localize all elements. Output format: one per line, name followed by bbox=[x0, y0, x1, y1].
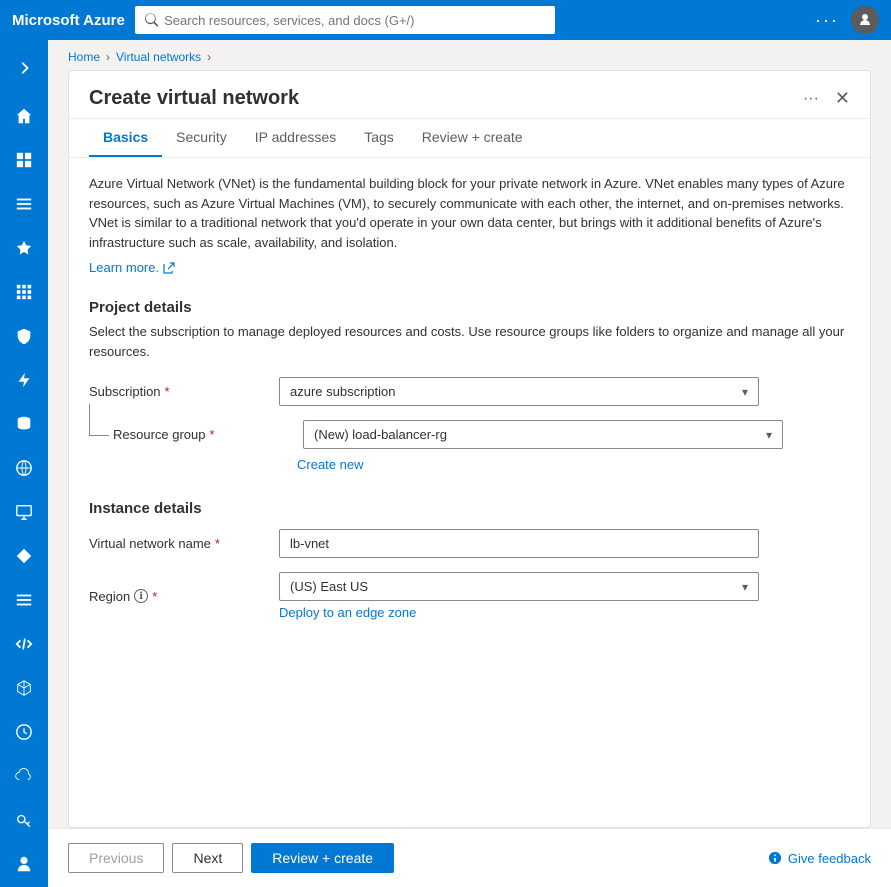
region-dropdown[interactable]: (US) East US ▾ bbox=[279, 572, 759, 601]
sidebar-clock-icon[interactable] bbox=[4, 712, 44, 752]
sidebar-network-icon[interactable] bbox=[4, 448, 44, 488]
feedback-icon bbox=[768, 851, 782, 865]
resource-group-control: (New) load-balancer-rg ▾ bbox=[303, 420, 783, 449]
main-area: Home › Virtual networks › Create virtual… bbox=[48, 40, 891, 887]
vnet-name-label: Virtual network name * bbox=[89, 536, 269, 551]
region-row: Region ℹ * (US) East US ▾ Deploy to an e… bbox=[89, 572, 850, 620]
panel-title: Create virtual network bbox=[89, 87, 803, 110]
previous-button[interactable]: Previous bbox=[68, 843, 164, 873]
tab-basics[interactable]: Basics bbox=[89, 119, 162, 157]
tabs: Basics Security IP addresses Tags Review… bbox=[69, 119, 870, 158]
panel-header: Create virtual network ··· ✕ bbox=[69, 71, 870, 119]
resource-group-label: Resource group * bbox=[113, 427, 293, 442]
vnet-name-row: Virtual network name * bbox=[89, 529, 850, 558]
sidebar-code-icon[interactable] bbox=[4, 624, 44, 664]
panel-body: Azure Virtual Network (VNet) is the fund… bbox=[69, 158, 870, 827]
resource-group-row: Resource group * (New) load-balancer-rg … bbox=[113, 420, 850, 449]
tab-security[interactable]: Security bbox=[162, 119, 241, 157]
create-new-link[interactable]: Create new bbox=[297, 457, 363, 472]
info-icon[interactable]: ℹ bbox=[134, 589, 148, 603]
tab-tags[interactable]: Tags bbox=[350, 119, 408, 157]
sidebar-security-icon[interactable] bbox=[4, 316, 44, 356]
give-feedback-button[interactable]: Give feedback bbox=[768, 851, 871, 866]
sidebar-person-icon[interactable] bbox=[4, 844, 44, 884]
sidebar-diamond-icon[interactable] bbox=[4, 536, 44, 576]
sidebar-flash-icon[interactable] bbox=[4, 360, 44, 400]
panel-more-icon[interactable]: ··· bbox=[803, 90, 819, 108]
subscription-control: azure subscription ▾ bbox=[279, 377, 759, 406]
region-control: (US) East US ▾ Deploy to an edge zone bbox=[279, 572, 759, 620]
vnet-name-required: * bbox=[215, 536, 220, 551]
sidebar-database-icon[interactable] bbox=[4, 404, 44, 444]
project-details-desc: Select the subscription to manage deploy… bbox=[89, 322, 850, 361]
subscription-row: Subscription * azure subscription ▾ bbox=[89, 377, 850, 406]
chevron-down-icon-rg: ▾ bbox=[766, 428, 772, 442]
vnet-name-control bbox=[279, 529, 759, 558]
footer: Previous Next Review + create Give feedb… bbox=[48, 828, 891, 887]
panel: Create virtual network ··· ✕ Basics Secu… bbox=[68, 70, 871, 828]
sidebar bbox=[0, 40, 48, 887]
sidebar-grid-icon[interactable] bbox=[4, 272, 44, 312]
project-details-title: Project details bbox=[89, 299, 850, 316]
sidebar-expand-icon[interactable] bbox=[4, 48, 44, 88]
sidebar-list-icon[interactable] bbox=[4, 184, 44, 224]
sidebar-box-icon[interactable] bbox=[4, 668, 44, 708]
breadcrumb-sep2: › bbox=[207, 50, 211, 64]
topbar-right: ··· bbox=[815, 6, 879, 34]
subscription-label: Subscription * bbox=[89, 384, 269, 399]
resource-group-dropdown[interactable]: (New) load-balancer-rg ▾ bbox=[303, 420, 783, 449]
intro-text: Azure Virtual Network (VNet) is the fund… bbox=[89, 174, 850, 252]
chevron-down-icon: ▾ bbox=[742, 385, 748, 399]
sidebar-menu2-icon[interactable] bbox=[4, 580, 44, 620]
deploy-edge-zone-link[interactable]: Deploy to an edge zone bbox=[279, 605, 416, 620]
sidebar-favorites-icon[interactable] bbox=[4, 228, 44, 268]
breadcrumb: Home › Virtual networks › bbox=[48, 40, 891, 64]
sidebar-key-icon[interactable] bbox=[4, 800, 44, 840]
close-icon[interactable]: ✕ bbox=[835, 88, 850, 109]
chevron-down-icon-region: ▾ bbox=[742, 580, 748, 594]
breadcrumb-home[interactable]: Home bbox=[68, 50, 100, 64]
search-input[interactable] bbox=[164, 13, 545, 28]
instance-details-title: Instance details bbox=[89, 500, 850, 517]
next-button[interactable]: Next bbox=[172, 843, 243, 873]
subscription-dropdown[interactable]: azure subscription ▾ bbox=[279, 377, 759, 406]
region-label: Region ℹ * bbox=[89, 589, 269, 604]
sidebar-monitor-icon[interactable] bbox=[4, 492, 44, 532]
subscription-required: * bbox=[165, 384, 170, 399]
breadcrumb-sep1: › bbox=[106, 50, 110, 64]
topbar: Microsoft Azure ··· bbox=[0, 0, 891, 40]
vnet-name-input[interactable] bbox=[279, 529, 759, 558]
tab-review-create[interactable]: Review + create bbox=[408, 119, 537, 157]
more-options-icon[interactable]: ··· bbox=[815, 10, 839, 31]
region-required: * bbox=[152, 589, 157, 604]
search-icon bbox=[145, 13, 158, 27]
brand-name: Microsoft Azure bbox=[12, 12, 125, 29]
learn-more-link[interactable]: Learn more. bbox=[89, 260, 175, 275]
resource-group-required: * bbox=[210, 427, 215, 442]
sidebar-cloud-icon[interactable] bbox=[4, 756, 44, 796]
search-bar[interactable] bbox=[135, 6, 555, 34]
review-create-button[interactable]: Review + create bbox=[251, 843, 394, 873]
external-link-icon bbox=[163, 262, 175, 274]
layout: Home › Virtual networks › Create virtual… bbox=[0, 40, 891, 887]
tab-ip-addresses[interactable]: IP addresses bbox=[241, 119, 350, 157]
avatar[interactable] bbox=[851, 6, 879, 34]
sidebar-dashboard-icon[interactable] bbox=[4, 140, 44, 180]
sidebar-home-icon[interactable] bbox=[4, 96, 44, 136]
breadcrumb-virtual-networks[interactable]: Virtual networks bbox=[116, 50, 201, 64]
